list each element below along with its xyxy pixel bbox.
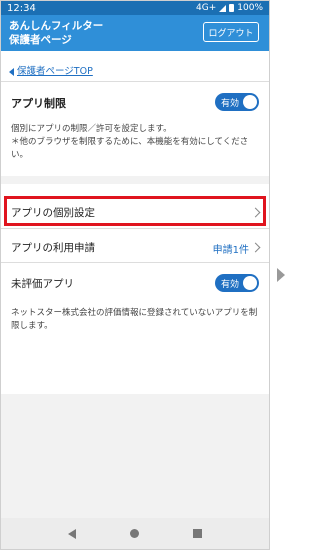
signal-icon [219,4,227,12]
menu-section: アプリの個別設定 アプリの利用申請 申請1件 未評価アプリ 有効 ネットスター株… [1,184,269,394]
chevron-right-icon [250,242,261,253]
battery-label: 100% [237,3,263,13]
breadcrumb-link[interactable]: 保護者ページTOP [9,63,93,77]
app-restriction-title: アプリ制限 [11,97,66,110]
app-header: あんしんフィルター 保護者ページ ログアウト [1,15,269,51]
back-icon[interactable] [68,528,76,539]
toggle-label: 有効 [221,279,240,290]
breadcrumb-label: 保護者ページTOP [17,66,93,77]
toggle-label: 有効 [221,98,240,109]
unrated-apps-toggle[interactable]: 有効 [215,274,259,292]
next-step-arrow-icon [277,268,285,282]
phone-frame: 12:34 4G+ 100% あんしんフィルター 保護者ページ ログアウト 保護… [0,0,270,550]
usage-request-item[interactable]: アプリの利用申請 [11,240,95,255]
top-section: 保護者ページTOP アプリ制限 有効 個別にアプリの制限／許可を設定します。 ＊… [1,51,269,176]
divider [1,262,269,263]
toggle-knob [243,95,257,109]
logout-button[interactable]: ログアウト [203,22,259,42]
unrated-apps-description: ネットスター株式会社の評価情報に登録されていないアプリを制限します。 [11,308,258,331]
status-indicators: 4G+ 100% [196,3,263,13]
divider [1,228,269,229]
status-bar: 12:34 4G+ 100% [1,1,269,15]
unrated-apps-label: 未評価アプリ [11,278,74,290]
recents-icon[interactable] [193,529,202,538]
home-icon[interactable] [130,529,139,538]
network-label: 4G+ [196,3,217,13]
divider [1,81,269,82]
system-nav-bar [1,518,269,549]
battery-icon [229,4,235,12]
app-restriction-description: 個別にアプリの制限／許可を設定します。 ＊他のブラウザを制限するために、本機能を… [11,124,249,160]
back-arrow-icon [9,67,14,76]
page-content: 保護者ページTOP アプリ制限 有効 個別にアプリの制限／許可を設定します。 ＊… [1,51,269,518]
toggle-knob [243,276,257,290]
app-restriction-toggle[interactable]: 有効 [215,93,259,111]
status-time: 12:34 [7,2,36,14]
request-count[interactable]: 申請1件 [213,241,249,256]
individual-settings-item[interactable]: アプリの個別設定 [11,205,95,220]
